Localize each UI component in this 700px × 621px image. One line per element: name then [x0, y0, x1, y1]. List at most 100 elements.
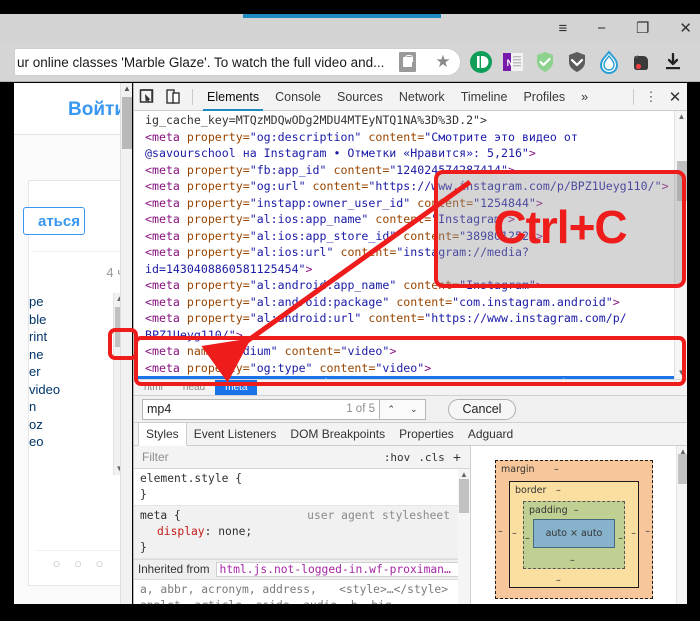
tab-dom-breakpoints[interactable]: DOM Breakpoints: [283, 423, 392, 446]
ua-style-source[interactable]: <style>…</style>: [339, 582, 448, 598]
code-token: content=: [396, 294, 453, 309]
close-icon[interactable]: ✕: [679, 21, 692, 36]
devtools-close-icon[interactable]: ✕: [662, 88, 687, 106]
page-login-link[interactable]: Войти: [68, 99, 126, 121]
padding-top-value[interactable]: –: [574, 505, 579, 516]
annotation-ctrl-c-box: Ctrl+C: [434, 170, 686, 288]
code-token: <meta: [145, 212, 187, 226]
margin-top-value[interactable]: –: [554, 464, 559, 475]
scroll-up-arrow-icon[interactable]: ▲: [121, 84, 133, 93]
box-model-padding[interactable]: padding – – – – auto × auto: [523, 501, 625, 569]
toolbar-separator: [192, 88, 193, 105]
tab-profiles[interactable]: Profiles: [515, 83, 573, 111]
code-line[interactable]: @savourschool на Instagram • Отметки «Нр…: [145, 145, 687, 162]
find-input[interactable]: mp4 1 of 5: [142, 398, 380, 420]
tab-sources[interactable]: Sources: [329, 83, 391, 111]
maximize-icon[interactable]: ❐: [636, 21, 649, 36]
box-model-content[interactable]: auto × auto: [533, 519, 615, 548]
avast-shield-icon[interactable]: [532, 49, 558, 75]
tab-overflow-chevron-icon[interactable]: »: [573, 83, 596, 111]
find-nav-buttons[interactable]: ⌃ ⌄: [380, 398, 426, 420]
inspect-element-icon[interactable]: [134, 84, 160, 110]
find-bar: mp4 1 of 5 ⌃ ⌄ Cancel: [134, 395, 687, 423]
inherited-selector[interactable]: html.js.not-logged-in.wf-proximan…: [215, 562, 466, 577]
code-line[interactable]: ig_cache_key=MTQzMDQwODg2MDU4MTEyNTQ1NA%…: [145, 112, 687, 129]
hov-toggle-button[interactable]: :hov: [384, 451, 419, 464]
border-left-value[interactable]: –: [512, 528, 517, 539]
devtools-tab-list[interactable]: Elements Console Sources Network Timelin…: [199, 83, 596, 111]
tab-event-listeners[interactable]: Event Listeners: [187, 423, 284, 446]
scroll-up-arrow-icon[interactable]: ▲: [675, 112, 687, 121]
code-token: "og:description": [249, 129, 369, 144]
css-rule-element-style[interactable]: element.style { }: [134, 469, 470, 505]
padding-bottom-value[interactable]: –: [570, 555, 575, 566]
find-prev-icon[interactable]: ⌃: [387, 404, 395, 415]
find-query-text[interactable]: mp4: [147, 402, 346, 416]
kebab-menu-icon[interactable]: ⋮: [640, 89, 662, 105]
css-value[interactable]: : none;: [205, 525, 253, 538]
active-tab-indicator[interactable]: [243, 14, 441, 18]
extension-toolbar[interactable]: N: [468, 48, 698, 76]
tab-properties[interactable]: Properties: [392, 423, 461, 446]
tab-elements[interactable]: Elements: [199, 83, 267, 111]
onenote-icon[interactable]: N: [500, 49, 526, 75]
box-model-border[interactable]: border – – – – padding – – – – auto × au…: [509, 481, 639, 588]
box-model-margin[interactable]: margin – – – border – – – – padding – – …: [495, 460, 653, 599]
css-rule-ua-selectors[interactable]: a, abbr, acronym, address, applet, artic…: [134, 580, 470, 604]
adguard-shield-icon[interactable]: [564, 49, 590, 75]
dashlane-icon[interactable]: [468, 49, 494, 75]
lock-icon[interactable]: [399, 52, 416, 72]
tab-styles[interactable]: Styles: [138, 422, 187, 446]
inherited-from-row: Inherited from html.js.not-logged-in.wf-…: [134, 559, 470, 580]
scrollbar-thumb[interactable]: [459, 479, 469, 513]
follow-button[interactable]: аться: [23, 207, 85, 235]
code-line[interactable]: <meta property="og:description" content=…: [145, 129, 687, 146]
download-icon[interactable]: [660, 49, 686, 75]
css-rule-meta[interactable]: meta {user agent stylesheet display: non…: [134, 505, 470, 559]
code-token: <meta: [145, 228, 187, 243]
css-property-display[interactable]: display: [140, 525, 205, 538]
browser-menu-icon[interactable]: ≡: [558, 21, 567, 36]
tab-timeline[interactable]: Timeline: [453, 83, 516, 111]
margin-right-value[interactable]: –: [645, 526, 650, 537]
tab-adguard[interactable]: Adguard: [461, 423, 520, 446]
minimize-icon[interactable]: −: [597, 21, 606, 36]
tab-network[interactable]: Network: [391, 83, 453, 111]
window-controls[interactable]: ≡ − ❐ ✕: [432, 16, 692, 40]
code-line[interactable]: <meta property="al:android:url" content=…: [145, 310, 687, 327]
border-right-value[interactable]: –: [631, 528, 636, 539]
code-token: <meta: [145, 129, 187, 144]
padding-left-value[interactable]: –: [525, 533, 530, 544]
cls-toggle-button[interactable]: .cls: [418, 451, 453, 464]
annotation-ctrl-c-label: Ctrl+C: [493, 201, 627, 253]
device-toolbar-icon[interactable]: [160, 84, 186, 110]
border-bottom-value[interactable]: –: [556, 575, 561, 586]
margin-left-value[interactable]: –: [498, 526, 503, 537]
bookmark-star-icon[interactable]: ★: [426, 52, 460, 72]
border-top-value[interactable]: –: [556, 485, 561, 496]
scroll-up-arrow-icon[interactable]: ▲: [458, 470, 470, 479]
styles-tab-list[interactable]: Styles Event Listeners DOM Breakpoints P…: [134, 422, 687, 446]
scrollbar-thumb[interactable]: [678, 454, 687, 484]
address-bar-text[interactable]: ur online classes 'Marble Glaze'. To wat…: [15, 55, 399, 70]
styles-pane: Filter :hov .cls + element.style { } met…: [134, 446, 687, 604]
code-token: property=: [186, 129, 250, 144]
tab-console[interactable]: Console: [267, 83, 329, 111]
box-model-scrollbar[interactable]: ▲: [676, 446, 687, 604]
scrollbar-thumb[interactable]: [122, 97, 132, 149]
styles-scrollbar[interactable]: ▲: [458, 469, 470, 604]
box-model-content-size[interactable]: auto × auto: [546, 528, 603, 539]
more-options-dots[interactable]: ○ ○ ○: [29, 556, 132, 571]
address-bar[interactable]: ur online classes 'Marble Glaze'. To wat…: [14, 48, 461, 76]
box-model-diagram[interactable]: margin – – – border – – – – padding – – …: [495, 460, 653, 599]
code-token: "com.instagram.android": [452, 294, 613, 309]
new-style-rule-button[interactable]: +: [453, 449, 466, 465]
find-cancel-button[interactable]: Cancel: [448, 398, 516, 420]
evernote-icon[interactable]: [628, 49, 654, 75]
find-next-icon[interactable]: ⌄: [410, 404, 418, 415]
padding-right-value[interactable]: –: [618, 533, 623, 544]
styles-filter-input[interactable]: Filter: [138, 450, 384, 464]
opera-drop-icon[interactable]: [596, 49, 622, 75]
screenshot-root: ≡ − ❐ ✕ ur online classes 'Marble Glaze'…: [0, 0, 700, 621]
code-line[interactable]: <meta property="al:android:package" cont…: [145, 294, 687, 311]
